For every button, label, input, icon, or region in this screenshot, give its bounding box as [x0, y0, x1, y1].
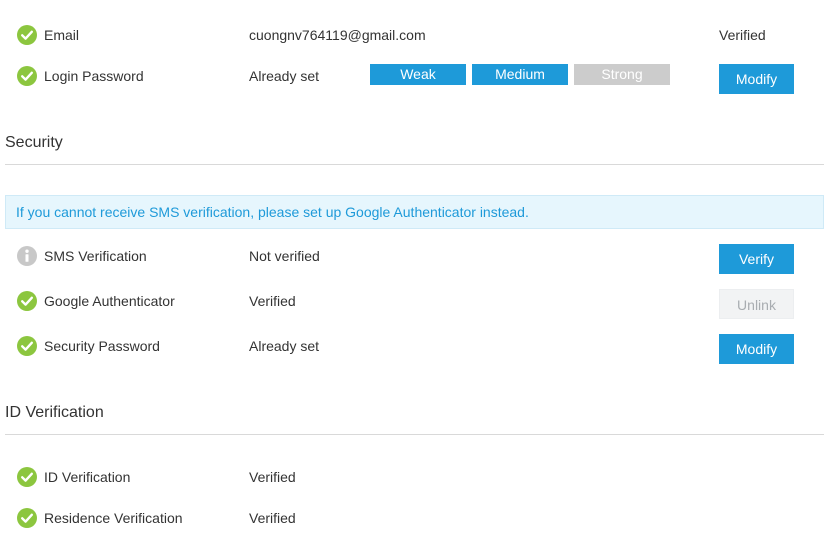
modify-login-password-button[interactable]: Modify: [719, 64, 794, 94]
security-section-title: Security: [5, 134, 63, 151]
check-circle-icon: [17, 508, 37, 528]
sms-notice-banner: If you cannot receive SMS verification, …: [5, 195, 824, 229]
security-password-value: Already set: [249, 338, 320, 354]
email-row: Email cuongnv764119@gmail.com Verified: [0, 21, 824, 51]
sms-verification-label: SMS Verification: [44, 248, 147, 264]
login-password-label: Login Password: [44, 68, 144, 84]
google-authenticator-label: Google Authenticator: [44, 293, 175, 309]
check-circle-icon: [17, 467, 37, 487]
residence-verification-value: Verified: [249, 510, 296, 526]
id-verification-value: Verified: [249, 469, 296, 485]
verify-sms-button[interactable]: Verify: [719, 244, 794, 274]
email-status: Verified: [719, 27, 766, 43]
strength-medium: Medium: [472, 64, 568, 85]
security-divider: [5, 164, 824, 165]
modify-security-password-button[interactable]: Modify: [719, 334, 794, 364]
check-circle-icon: [17, 336, 37, 356]
id-verification-section-title: ID Verification: [5, 404, 104, 421]
residence-verification-row: Residence Verification Verified: [0, 504, 824, 534]
security-password-row: Security Password Already set Modify: [0, 332, 824, 364]
check-circle-icon: [17, 291, 37, 311]
id-verification-label: ID Verification: [44, 469, 131, 485]
google-authenticator-row: Google Authenticator Verified Unlink: [0, 287, 824, 319]
strength-strong: Strong: [574, 64, 670, 85]
strength-weak: Weak: [370, 64, 466, 85]
id-verification-row: ID Verification Verified: [0, 463, 824, 493]
sms-verification-row: SMS Verification Not verified Verify: [0, 242, 824, 274]
info-circle-icon: [17, 246, 37, 266]
security-password-label: Security Password: [44, 338, 160, 354]
sms-verification-value: Not verified: [249, 248, 320, 264]
id-verification-divider: [5, 434, 824, 435]
check-circle-icon: [17, 25, 37, 45]
email-label: Email: [44, 27, 80, 43]
google-authenticator-value: Verified: [249, 293, 296, 309]
login-password-value: Already set: [249, 68, 320, 84]
email-value: cuongnv764119@gmail.com: [249, 27, 426, 43]
login-password-row: Login Password Already set Weak Medium S…: [0, 62, 824, 94]
residence-verification-label: Residence Verification: [44, 510, 183, 526]
check-circle-icon: [17, 66, 37, 86]
unlink-google-authenticator-button[interactable]: Unlink: [719, 289, 794, 319]
